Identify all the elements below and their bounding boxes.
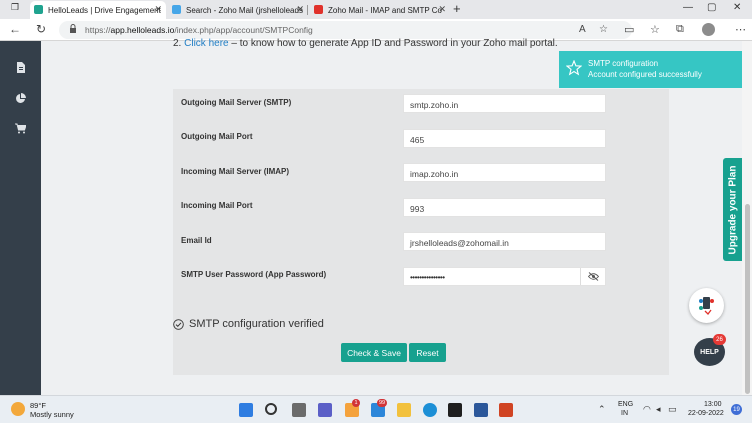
- help-instruction: 2. Click here – to know how to generate …: [173, 38, 558, 49]
- close-tab-icon[interactable]: ✕: [154, 4, 162, 15]
- toggle-password-button[interactable]: [580, 268, 605, 285]
- password-label: SMTP User Password (App Password): [181, 270, 327, 279]
- imap-server-input[interactable]: imap.zoho.in: [403, 163, 606, 182]
- upgrade-label: Upgrade your Plan: [727, 165, 738, 254]
- imap-server-label: Incoming Mail Server (IMAP): [181, 167, 290, 176]
- url-field[interactable]: https://app.helloleads.io/index.php/app/…: [59, 21, 632, 39]
- check-circle-icon: [173, 318, 184, 330]
- clock-time[interactable]: 13:00: [704, 401, 722, 408]
- zoho-search-favicon-icon: [172, 5, 181, 14]
- click-here-link[interactable]: Click here: [184, 38, 228, 49]
- weather-temp[interactable]: 89°F: [30, 401, 46, 410]
- main-content: 2. Click here – to know how to generate …: [41, 38, 742, 395]
- collections-icon[interactable]: ⧉: [676, 23, 684, 36]
- reset-button[interactable]: Reset: [409, 343, 446, 362]
- toast-message: Account configured successfully: [588, 70, 702, 79]
- taskbar: 89°F Mostly sunny 1 99 ⌃ ENG IN ◠ ◂ ▭ 13…: [0, 395, 752, 423]
- support-widget-button[interactable]: [689, 288, 724, 323]
- close-tab-icon[interactable]: ✕: [296, 4, 304, 15]
- sidebar: [0, 41, 41, 395]
- helloleads-favicon-icon: [34, 5, 43, 14]
- file-explorer-icon[interactable]: [397, 403, 411, 417]
- clock-date[interactable]: 22-09-2022: [688, 410, 724, 417]
- imap-port-label: Incoming Mail Port: [181, 201, 253, 210]
- mail-badge: 99: [377, 399, 388, 407]
- profile-avatar[interactable]: [702, 23, 715, 36]
- more-icon[interactable]: ⋯: [735, 23, 746, 36]
- smtp-server-input[interactable]: smtp.zoho.in: [403, 94, 606, 113]
- password-field[interactable]: •••••••••••••••: [403, 267, 606, 286]
- excel-icon[interactable]: [448, 403, 462, 417]
- favorites-icon[interactable]: ☆: [650, 23, 660, 36]
- tab-bar: HelloLeads | Drive Engagement ✕ Search -…: [0, 0, 752, 19]
- teams-chat-icon[interactable]: [318, 403, 332, 417]
- imap-port-input[interactable]: 993: [403, 198, 606, 217]
- url-text: https://app.helloleads.io/index.php/app/…: [85, 25, 313, 35]
- zoho-favicon-icon: [314, 5, 323, 14]
- language-region[interactable]: IN: [621, 410, 628, 417]
- minimize-icon[interactable]: —: [683, 2, 693, 13]
- tab-title: Zoho Mail - IMAP and SMTP Co: [328, 5, 442, 15]
- word-icon[interactable]: [474, 403, 488, 417]
- favorite-star-icon[interactable]: ☆: [599, 24, 608, 35]
- tab-helloleads[interactable]: HelloLeads | Drive Engagement ✕: [30, 1, 166, 19]
- weather-sun-icon[interactable]: [11, 402, 25, 416]
- tab-actions-icon[interactable]: ❐: [11, 2, 19, 13]
- email-id-label: Email Id: [181, 236, 212, 245]
- powerpoint-icon[interactable]: [499, 403, 513, 417]
- toast-title: SMTP configuration: [588, 59, 659, 68]
- notification-badge[interactable]: 19: [731, 404, 742, 415]
- verified-status: SMTP configuration verified: [173, 318, 324, 330]
- maximize-icon[interactable]: ▢: [707, 2, 716, 13]
- smtp-server-label: Outgoing Mail Server (SMTP): [181, 98, 292, 107]
- star-icon: [566, 60, 582, 76]
- password-input[interactable]: •••••••••••••••: [410, 273, 445, 282]
- lock-icon: [70, 24, 76, 33]
- read-aloud-icon[interactable]: A: [579, 24, 586, 35]
- upgrade-plan-tab[interactable]: Upgrade your Plan: [723, 158, 742, 261]
- smtp-config-panel: Outgoing Mail Server (SMTP) smtp.zoho.in…: [173, 89, 669, 375]
- new-tab-button[interactable]: +: [453, 1, 461, 16]
- volume-icon[interactable]: ◂: [656, 404, 661, 415]
- verified-text: SMTP configuration verified: [189, 318, 324, 330]
- cart-icon[interactable]: [15, 123, 26, 134]
- split-screen-icon[interactable]: ▭: [624, 23, 634, 36]
- check-save-button[interactable]: Check & Save: [341, 343, 407, 362]
- tab-title: HelloLeads | Drive Engagement: [48, 5, 161, 15]
- smtp-port-input[interactable]: 465: [403, 129, 606, 148]
- close-tab-icon[interactable]: ✕: [438, 4, 446, 15]
- back-icon[interactable]: ←: [9, 22, 21, 36]
- success-toast: SMTP configuration Account configured su…: [559, 51, 750, 88]
- page-scrollbar[interactable]: [742, 41, 752, 395]
- edge-browser-icon[interactable]: [423, 403, 437, 417]
- help-unread-badge: 26: [713, 334, 726, 345]
- document-icon[interactable]: [15, 62, 26, 73]
- weather-desc[interactable]: Mostly sunny: [30, 410, 74, 419]
- scrollbar-thumb[interactable]: [745, 204, 750, 394]
- windows-start-icon[interactable]: [239, 403, 253, 417]
- search-icon[interactable]: [265, 403, 277, 415]
- phone-support-icon: [699, 297, 714, 315]
- tab-zoho-search[interactable]: Search - Zoho Mail (jrshelloleads ✕: [168, 1, 308, 19]
- tab-title: Search - Zoho Mail (jrshelloleads: [186, 5, 303, 15]
- language-indicator[interactable]: ENG: [618, 401, 633, 408]
- wifi-icon[interactable]: ◠: [643, 404, 651, 415]
- email-id-input[interactable]: jrshelloleads@zohomail.in: [403, 232, 606, 251]
- refresh-icon[interactable]: ↻: [36, 22, 46, 36]
- tab-zoho-help[interactable]: Zoho Mail - IMAP and SMTP Co ✕: [310, 1, 450, 19]
- app-badge: 1: [352, 399, 360, 407]
- task-view-icon[interactable]: [292, 403, 306, 417]
- battery-icon[interactable]: ▭: [668, 404, 677, 415]
- smtp-port-label: Outgoing Mail Port: [181, 132, 253, 141]
- close-window-icon[interactable]: ✕: [733, 2, 741, 13]
- eye-slash-icon: [588, 272, 599, 281]
- tray-chevron-icon[interactable]: ⌃: [598, 404, 606, 415]
- pie-chart-icon[interactable]: [15, 93, 26, 104]
